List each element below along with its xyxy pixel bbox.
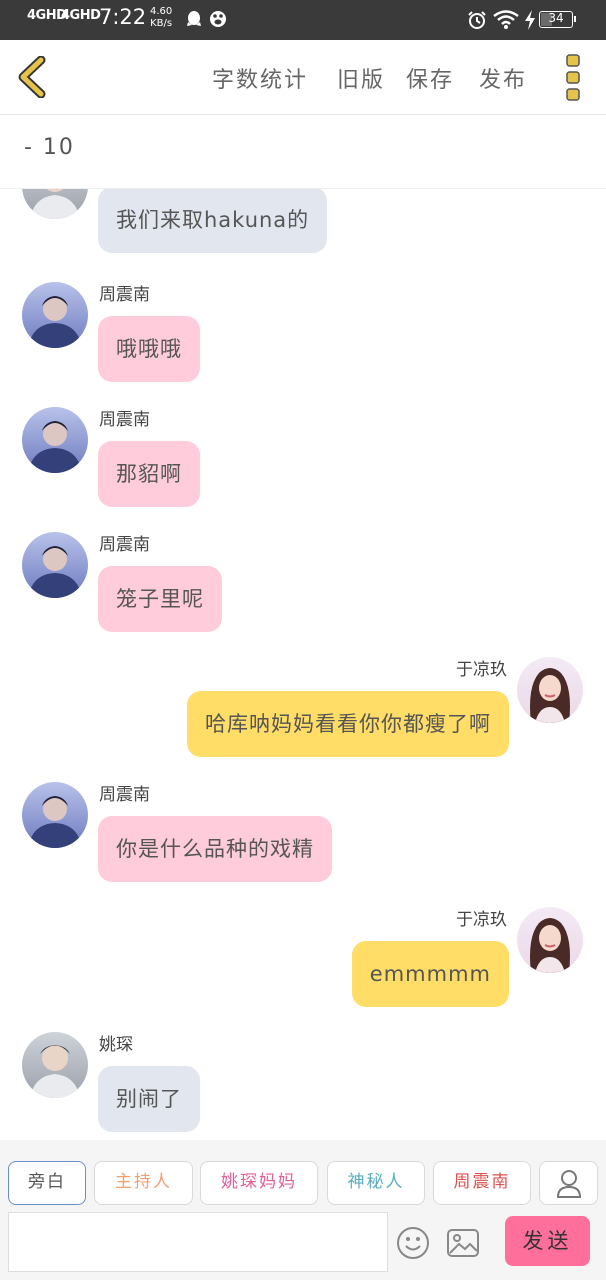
message-bubble[interactable]: 那貂啊 [98, 441, 200, 507]
network-speed-value: 4.60 [150, 6, 173, 17]
composer-bar: 旁白 主持人 姚琛妈妈 神秘人 周震南 发送 [0, 1140, 606, 1280]
back-arrow-icon[interactable] [14, 56, 50, 98]
battery-level: 34 [548, 11, 564, 25]
message-bubble[interactable]: 别闹了 [98, 1066, 200, 1132]
avatar[interactable] [517, 907, 583, 973]
network-speed: 4.60 KB/s [150, 6, 172, 30]
send-button[interactable]: 发送 [505, 1216, 590, 1266]
charging-icon [525, 10, 535, 30]
sender-name: 周震南 [99, 285, 150, 305]
sender-name: 姚琛 [99, 1035, 133, 1055]
message-bubble[interactable]: 哦哦哦 [98, 316, 200, 382]
baidu-paw-icon [210, 11, 226, 27]
save-button[interactable]: 保存 [406, 62, 454, 94]
person-icon [556, 1170, 582, 1198]
avatar[interactable] [22, 189, 88, 219]
emoji-icon[interactable] [396, 1226, 430, 1260]
publish-button[interactable]: 发布 [479, 62, 527, 94]
role-mystery-tab[interactable]: 神秘人 [327, 1161, 425, 1205]
avatar[interactable] [517, 657, 583, 723]
sender-name: 于凉玖 [456, 910, 507, 930]
chapter-title: - 10 [24, 135, 75, 160]
status-bar: 4GHD 4GHD 7:22 4.60 KB/s 34 [0, 0, 606, 40]
chat-area[interactable]: 我们来取hakuna的 周震南 哦哦哦 周震南 那貂啊 周震南 笼子里呢 于凉玖… [0, 189, 606, 1139]
avatar[interactable] [22, 782, 88, 848]
avatar[interactable] [22, 1032, 88, 1098]
role-yaochen-mom-tab[interactable]: 姚琛妈妈 [200, 1161, 318, 1205]
clock: 7:22 [99, 5, 147, 29]
avatar[interactable] [22, 532, 88, 598]
wifi-icon [493, 10, 519, 29]
network-speed-unit: KB/s [150, 18, 173, 29]
sender-name: 于凉玖 [456, 660, 507, 680]
alarm-icon [468, 11, 486, 29]
message-input[interactable] [8, 1212, 388, 1272]
image-icon[interactable] [446, 1228, 480, 1258]
network-indicator-2: 4GHD [61, 8, 101, 23]
old-version-button[interactable]: 旧版 [337, 62, 385, 94]
avatar[interactable] [22, 282, 88, 348]
sender-name: 周震南 [99, 535, 150, 555]
editor-toolbar: 字数统计 旧版 保存 发布 [0, 40, 606, 115]
more-options-icon[interactable] [560, 52, 586, 102]
role-narrator-tab[interactable]: 旁白 [8, 1161, 86, 1205]
message-bubble[interactable]: emmmmm [351, 941, 509, 1007]
message-bubble[interactable]: 我们来取hakuna的 [98, 189, 328, 253]
message-bubble[interactable]: 你是什么品种的戏精 [98, 816, 332, 882]
message-bubble[interactable]: 笼子里呢 [98, 566, 222, 632]
chapter-title-row[interactable]: - 10 [0, 115, 606, 189]
role-zhouzhennan-tab[interactable]: 周震南 [433, 1161, 531, 1205]
role-host-tab[interactable]: 主持人 [94, 1161, 193, 1205]
message-bubble[interactable]: 哈库呐妈妈看看你你都瘦了啊 [187, 691, 509, 757]
sender-name: 周震南 [99, 785, 150, 805]
battery-icon: 34 [539, 11, 576, 28]
qq-icon [187, 11, 201, 26]
sender-name: 周震南 [99, 410, 150, 430]
add-role-button[interactable] [539, 1161, 598, 1205]
word-count-button[interactable]: 字数统计 [212, 62, 308, 94]
avatar[interactable] [22, 407, 88, 473]
